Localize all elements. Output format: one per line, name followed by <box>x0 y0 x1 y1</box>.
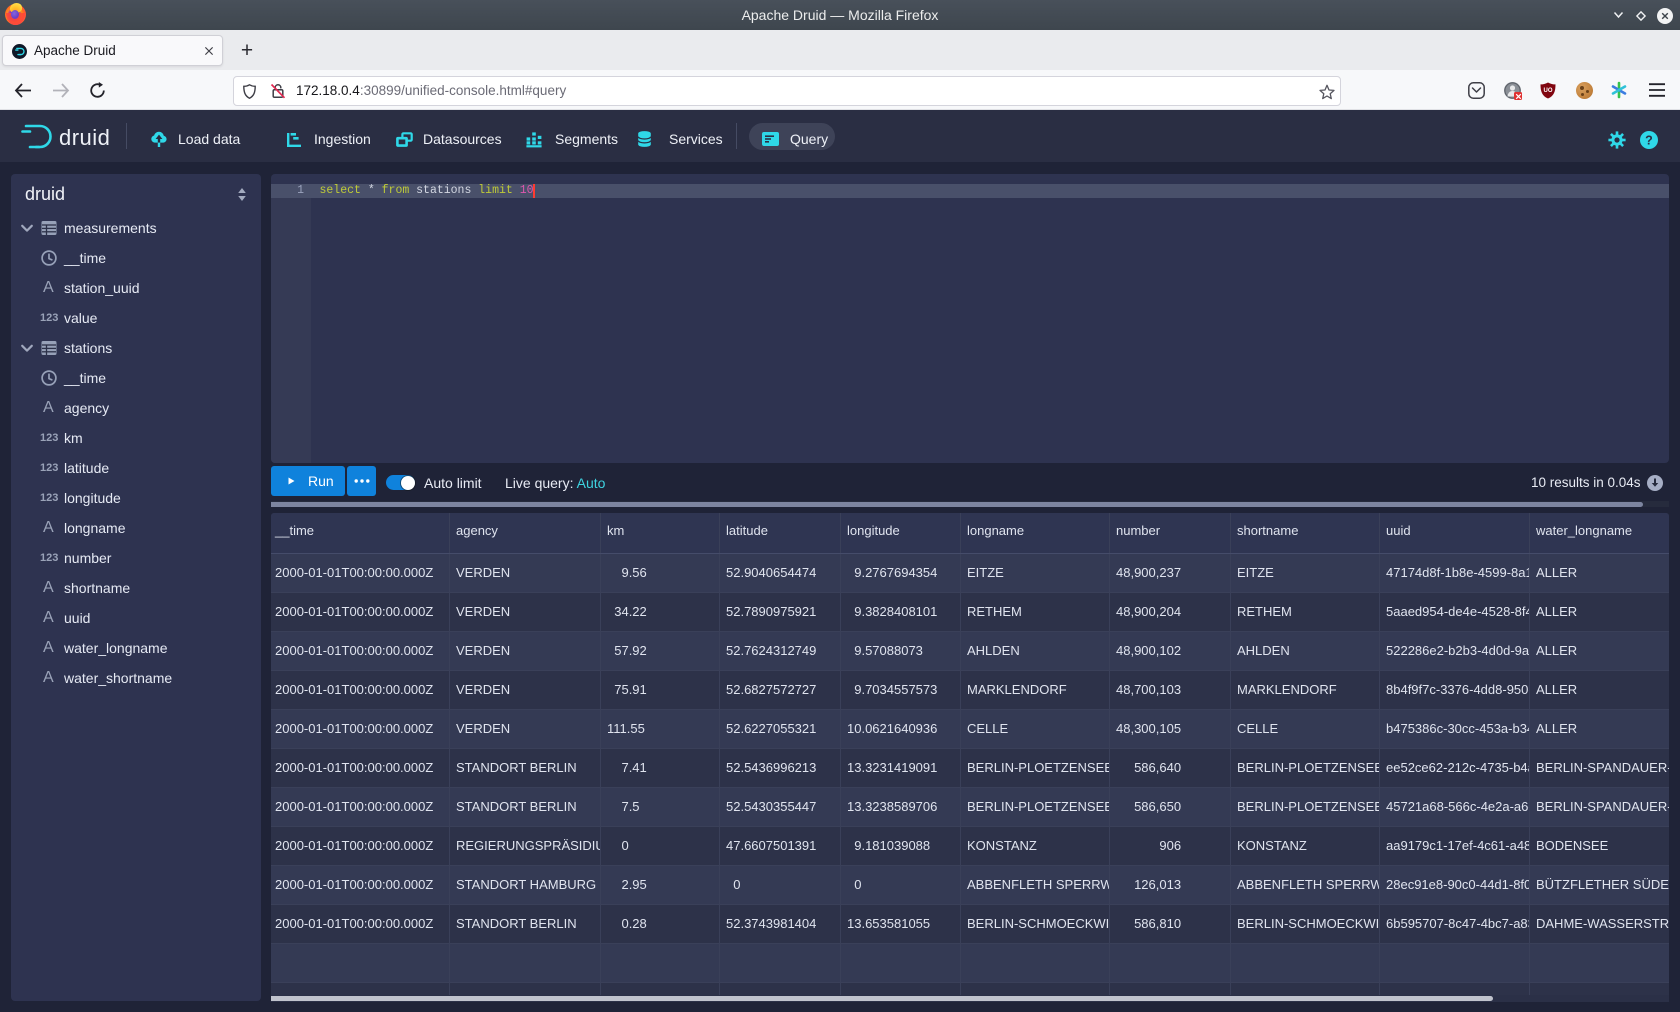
svg-text:?: ? <box>1645 133 1653 147</box>
svg-text:UO: UO <box>1544 88 1553 94</box>
